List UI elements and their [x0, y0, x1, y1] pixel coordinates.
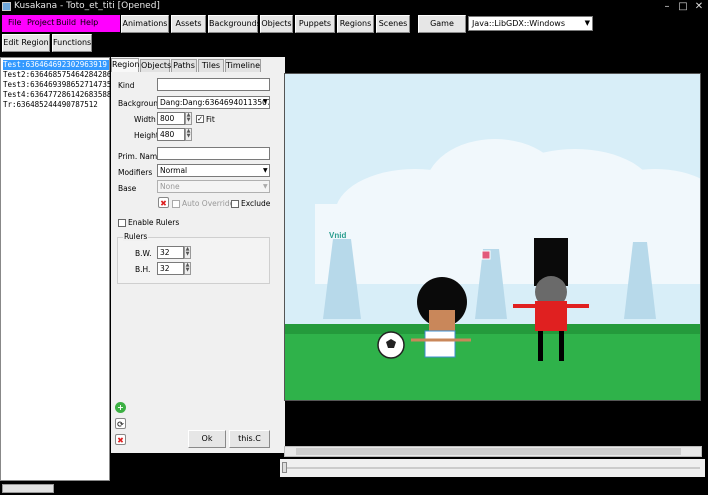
clear-base-icon[interactable]: ✖	[158, 197, 169, 208]
bh-label: B.H.	[135, 265, 151, 274]
chevron-down-icon: ▼	[263, 167, 268, 174]
scene-canvas: Vnid	[285, 74, 700, 400]
slider-track-line	[284, 467, 700, 469]
modifiers-label: Modifiers	[118, 168, 153, 177]
this-c-button[interactable]: this.C	[229, 430, 270, 448]
list-item[interactable]: Tr:636485244490787512	[3, 100, 98, 110]
maximize-icon[interactable]: □	[676, 0, 690, 13]
auto-override-checkbox[interactable]	[172, 200, 180, 208]
background-select[interactable]: Dang:Dang:636469401135074228	[157, 96, 270, 109]
scrollbar-thumb[interactable]	[296, 448, 681, 455]
bw-label: B.W.	[135, 249, 152, 258]
add-icon[interactable]: +	[115, 402, 126, 413]
scene-preview[interactable]: Vnid	[284, 73, 701, 401]
minimize-icon[interactable]: –	[660, 0, 674, 13]
chevron-down-icon: ▼	[263, 98, 268, 105]
list-item[interactable]: Test4:636477286142683588	[3, 90, 111, 100]
assets-button[interactable]: Assets	[171, 15, 206, 33]
menu-help[interactable]: Help	[80, 18, 98, 27]
animations-button[interactable]: Animations	[121, 15, 169, 33]
tab-region[interactable]: Region	[111, 58, 139, 72]
delete-icon[interactable]: ✖	[115, 434, 126, 445]
width-stepper[interactable]: ▲ ▼	[185, 112, 192, 125]
exclude-checkbox[interactable]	[231, 200, 239, 208]
menu-bar: File Project Build Help	[2, 15, 120, 32]
target-platform-select[interactable]: Java::LibGDX::Windows ▼	[468, 16, 593, 31]
base-value: None	[160, 182, 180, 191]
enable-rulers-checkbox[interactable]	[118, 219, 126, 227]
enable-rulers-label: Enable Rulers	[128, 218, 180, 227]
height-stepper[interactable]: ▲ ▼	[185, 128, 192, 141]
scene-sign-text: Vnid	[329, 231, 346, 240]
fit-checkbox[interactable]: ✓	[196, 115, 204, 123]
status-bar	[0, 481, 708, 495]
target-platform-value: Java::LibGDX::Windows	[472, 19, 565, 28]
grass-edge	[285, 324, 700, 334]
scenes-button[interactable]: Scenes	[376, 15, 410, 33]
objects-button[interactable]: Objects	[260, 15, 293, 33]
base-label: Base	[118, 184, 137, 193]
chevron-down-icon: ▼	[584, 19, 590, 27]
modifiers-value: Normal	[160, 166, 188, 175]
height-field[interactable]: 480	[157, 128, 185, 141]
height-label: Height	[134, 131, 159, 140]
base-select[interactable]: None	[157, 180, 270, 193]
width-field[interactable]: 800	[157, 112, 185, 125]
slider-handle[interactable]	[282, 462, 287, 473]
backgrounds-button[interactable]: Backgrounds	[208, 15, 261, 33]
rulers-group-label: Rulers	[123, 232, 149, 241]
soccer-ball	[377, 331, 405, 359]
tab-timeline[interactable]: Timeline	[225, 59, 261, 72]
menu-build[interactable]: Build	[56, 18, 76, 27]
regions-list[interactable]: Test:636464692302963919 Test2:6364685754…	[0, 57, 111, 481]
scene-horizontal-scrollbar[interactable]	[284, 446, 702, 457]
kind-field[interactable]	[157, 78, 270, 91]
close-icon[interactable]: ✕	[692, 0, 706, 13]
modifiers-select[interactable]: Normal	[157, 164, 270, 177]
regions-button[interactable]: Regions	[337, 15, 374, 33]
marker-icon	[481, 250, 491, 260]
kind-label: Kind	[118, 81, 135, 90]
progress-bar	[2, 484, 54, 493]
prim-name-field[interactable]	[157, 147, 270, 160]
auto-override-label: Auto Override	[182, 199, 235, 208]
tab-objects[interactable]: Objects	[140, 59, 171, 72]
refresh-icon[interactable]: ⟳	[115, 418, 126, 429]
prim-name-label: Prim. Name	[118, 152, 162, 161]
timeline-slider[interactable]	[280, 459, 705, 477]
background-value: Dang:Dang:636469401135074228	[160, 98, 269, 107]
title-bar: Kusakana - Toto_et_titi [Opened] – □ ✕	[0, 0, 708, 14]
app-icon	[2, 2, 11, 11]
rulers-group	[117, 237, 270, 284]
tab-tiles[interactable]: Tiles	[198, 59, 224, 72]
tab-paths[interactable]: Paths	[171, 59, 197, 72]
bw-stepper[interactable]: ▲ ▼	[184, 246, 191, 259]
list-item[interactable]: Test2:636468575464284286	[3, 70, 111, 80]
grass	[285, 324, 700, 400]
list-item[interactable]: Test:636464692302963919	[3, 60, 109, 70]
puppets-button[interactable]: Puppets	[295, 15, 335, 33]
width-label: Width	[134, 115, 156, 124]
ok-button[interactable]: Ok	[188, 430, 226, 448]
window-title: Kusakana - Toto_et_titi [Opened]	[14, 1, 160, 11]
list-item[interactable]: Test3:636469398652714735	[3, 80, 111, 90]
game-button[interactable]: Game	[418, 15, 466, 33]
chevron-down-icon: ▼	[263, 183, 268, 190]
bw-field[interactable]: 32	[157, 246, 184, 259]
menu-file[interactable]: File	[8, 18, 21, 27]
fit-label: Fit	[206, 115, 215, 124]
bh-field[interactable]: 32	[157, 262, 184, 275]
exclude-label: Exclude	[241, 199, 271, 208]
bh-stepper[interactable]: ▲ ▼	[184, 262, 191, 275]
menu-project[interactable]: Project	[27, 18, 54, 27]
functions-button[interactable]: Functions	[52, 34, 92, 52]
edit-region-button[interactable]: Edit Region	[2, 34, 50, 52]
